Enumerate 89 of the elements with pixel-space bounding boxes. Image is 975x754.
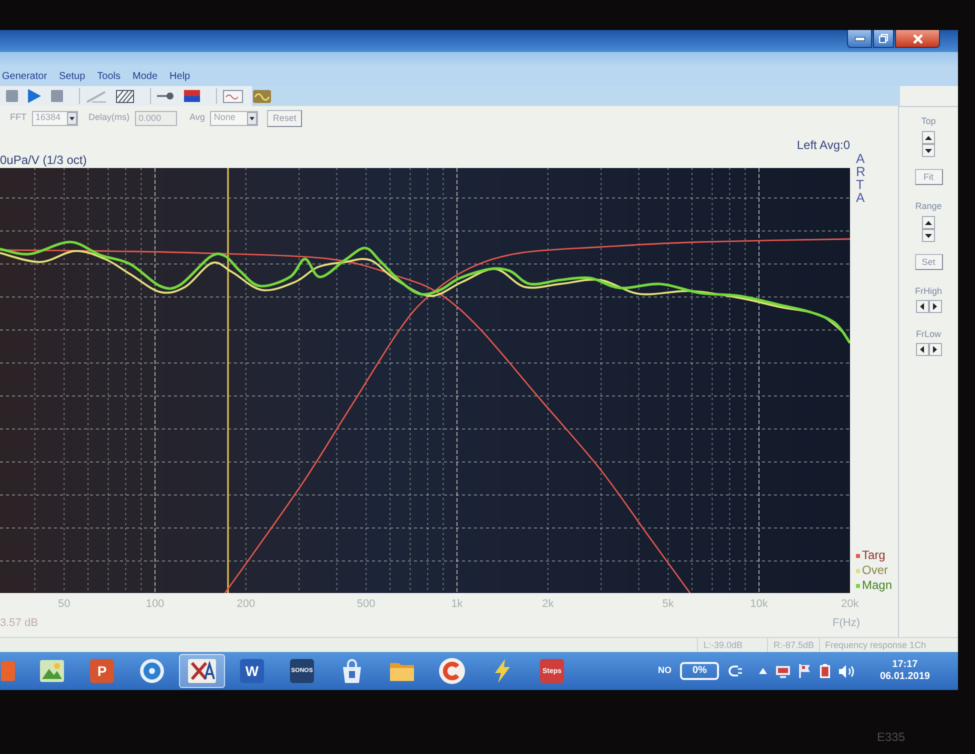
picture-icon (40, 660, 64, 682)
channel-info: Left Avg:0 (796, 138, 850, 152)
axis-tick-label: 1k (451, 597, 463, 612)
axis-tick-label: 500 (356, 597, 376, 612)
avg-dropdown[interactable]: None (210, 110, 258, 126)
plug-icon[interactable] (728, 665, 742, 677)
bag-icon (340, 659, 364, 683)
close-icon (912, 34, 922, 44)
spin-up-button[interactable] (922, 131, 935, 144)
axis-tick-label: 50 (58, 597, 70, 612)
close-button[interactable] (895, 30, 940, 48)
language-indicator[interactable]: NO (658, 664, 672, 678)
screen-wave-icon[interactable] (223, 90, 243, 102)
down-arrow-icon (925, 234, 932, 238)
fft-label: FFT (10, 111, 26, 124)
minimize-icon (854, 36, 864, 40)
folder-icon (390, 661, 414, 681)
hatched-box-icon[interactable] (116, 90, 134, 102)
step-left-button[interactable] (916, 300, 928, 313)
bezel-label: E335 (876, 730, 905, 746)
menu-item[interactable]: Help (170, 71, 190, 83)
unit-label: 0uPa/V (1/3 oct) (0, 152, 88, 168)
axis-tick-label: 200 (236, 597, 256, 612)
cross-icon (188, 659, 216, 683)
spin-up-button[interactable] (922, 216, 935, 229)
menu-item[interactable]: Generator (2, 71, 48, 83)
panel-label: FrLow (916, 329, 941, 339)
up-arrow-icon[interactable] (758, 668, 767, 674)
up-arrow-icon (925, 220, 932, 224)
logo-text: ARTA (856, 152, 866, 204)
disc-icon (140, 659, 164, 683)
panel-label: FrHigh (914, 286, 942, 296)
axis-tick-label: 10k (750, 597, 768, 612)
step-left-button[interactable] (916, 343, 928, 356)
panel-label: Top (921, 116, 936, 126)
ring-icon (439, 658, 465, 684)
down-arrow-icon (925, 148, 932, 152)
legend-label: Targ (862, 548, 886, 563)
axis-title: F(Hz) (832, 616, 860, 631)
avg-label: Avg (190, 111, 205, 124)
left-arrow-icon (920, 346, 924, 353)
delay-field[interactable]: 0.000 (134, 110, 177, 126)
right-arrow-icon (933, 346, 937, 353)
play-icon[interactable] (28, 89, 41, 103)
monitor-icon[interactable] (776, 664, 790, 678)
legend-label: Over (862, 563, 888, 578)
right-arrow-icon (933, 303, 937, 310)
clock-date[interactable]: 06.01.2019 (880, 671, 930, 683)
axis-tick-label: 5k (662, 597, 674, 612)
legend-label: Magn (862, 578, 892, 593)
step-right-button[interactable] (928, 343, 942, 356)
delay-label: Delay(ms) (88, 111, 130, 124)
axis-tick-label: 20k (841, 597, 859, 612)
taskbar-button[interactable]: P (79, 654, 125, 688)
minimize-button[interactable] (847, 30, 872, 48)
panel-button[interactable]: Fit (914, 169, 942, 185)
battery-indicator[interactable]: 0% (680, 662, 719, 680)
connector-icon[interactable] (157, 91, 174, 101)
maximize-button[interactable] (873, 30, 894, 48)
app-logo: P (90, 659, 114, 683)
app-logo: W (240, 659, 264, 683)
lightning-icon (494, 659, 510, 683)
step-right-button[interactable] (928, 300, 942, 313)
panel-label: Range (915, 201, 942, 211)
left-arrow-icon (920, 303, 924, 310)
restore-icon (879, 34, 888, 43)
taskbar-button[interactable] (179, 654, 225, 688)
speaker-icon[interactable] (838, 664, 855, 678)
dropdown-caret-icon[interactable] (66, 112, 77, 124)
menu-item[interactable]: Tools (97, 71, 121, 83)
flag-icon[interactable] (798, 664, 811, 678)
color-bar-icon[interactable] (184, 90, 200, 102)
clock-time[interactable]: 17:17 (892, 659, 918, 671)
taskbar-button[interactable]: W (229, 654, 275, 688)
tile-icon (1, 660, 15, 682)
menu-item[interactable]: Setup (59, 71, 86, 83)
axis-tick-label: 2k (542, 597, 554, 612)
sine-wave-icon[interactable] (253, 90, 271, 102)
menu-item[interactable]: Mode (132, 71, 158, 83)
axis-tick-label: 100 (146, 597, 164, 612)
dropdown-caret-icon[interactable] (246, 112, 257, 124)
fft-dropdown[interactable]: 16384 (32, 110, 78, 126)
panel-button[interactable]: Set (914, 254, 942, 270)
reset-button[interactable]: Reset (266, 110, 302, 126)
spin-down-button[interactable] (922, 229, 935, 242)
up-arrow-icon (925, 136, 932, 140)
battery-icon[interactable] (820, 664, 830, 678)
level-reading: 3.57 dB (0, 616, 38, 631)
spin-down-button[interactable] (922, 144, 935, 157)
